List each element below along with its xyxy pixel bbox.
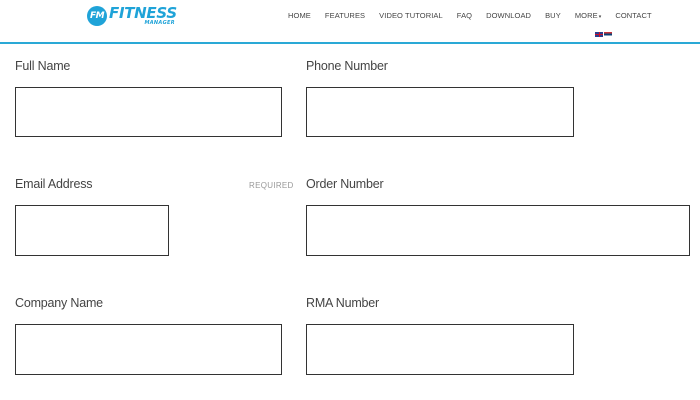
order-number-field-box bbox=[306, 205, 690, 256]
brand-logo[interactable]: FM FITNESS MANAGER bbox=[87, 6, 177, 26]
email-address-label: Email Address bbox=[15, 177, 93, 191]
site-header: FM FITNESS MANAGER HOME FEATURES VIDEO T… bbox=[0, 0, 700, 44]
nav-features[interactable]: FEATURES bbox=[325, 11, 365, 20]
full-name-label: Full Name bbox=[15, 59, 71, 73]
rma-number-field-box bbox=[306, 324, 574, 375]
caret-down-icon: ▾ bbox=[598, 14, 602, 20]
company-name-label: Company Name bbox=[15, 296, 103, 310]
nav-buy[interactable]: BUY bbox=[545, 11, 561, 20]
rma-number-input[interactable] bbox=[307, 325, 573, 374]
full-name-input[interactable] bbox=[16, 88, 281, 136]
main-nav: HOME FEATURES VIDEO TUTORIAL FAQ DOWNLOA… bbox=[288, 11, 666, 20]
order-number-label: Order Number bbox=[306, 177, 384, 191]
email-address-field-box bbox=[15, 205, 169, 256]
full-name-field-box bbox=[15, 87, 282, 137]
logo-tagline: MANAGER bbox=[144, 20, 175, 26]
nav-contact[interactable]: CONTACT bbox=[615, 11, 651, 20]
language-switcher bbox=[595, 32, 612, 37]
phone-number-label: Phone Number bbox=[306, 59, 388, 73]
uk-flag-icon[interactable] bbox=[595, 32, 603, 37]
nav-home[interactable]: HOME bbox=[288, 11, 311, 20]
nav-faq[interactable]: FAQ bbox=[457, 11, 472, 20]
phone-number-field-box bbox=[306, 87, 574, 137]
order-number-input[interactable] bbox=[307, 206, 689, 255]
nav-more-label: MORE bbox=[574, 11, 598, 20]
nav-more[interactable]: MORE▾ bbox=[575, 11, 602, 20]
company-name-input[interactable] bbox=[16, 325, 281, 374]
nav-video-tutorial[interactable]: VIDEO TUTORIAL bbox=[379, 11, 443, 20]
company-name-field-box bbox=[15, 324, 282, 375]
required-indicator: REQUIRED bbox=[249, 181, 294, 190]
email-address-input[interactable] bbox=[16, 206, 168, 255]
rma-number-label: RMA Number bbox=[306, 296, 380, 310]
phone-number-input[interactable] bbox=[307, 88, 573, 136]
logo-badge-icon: FM bbox=[87, 6, 107, 26]
logo-name: FITNESS bbox=[109, 4, 177, 22]
nav-download[interactable]: DOWNLOAD bbox=[486, 11, 531, 20]
logo-wordmark: FITNESS MANAGER bbox=[109, 6, 177, 26]
serbia-flag-icon[interactable] bbox=[604, 32, 612, 37]
